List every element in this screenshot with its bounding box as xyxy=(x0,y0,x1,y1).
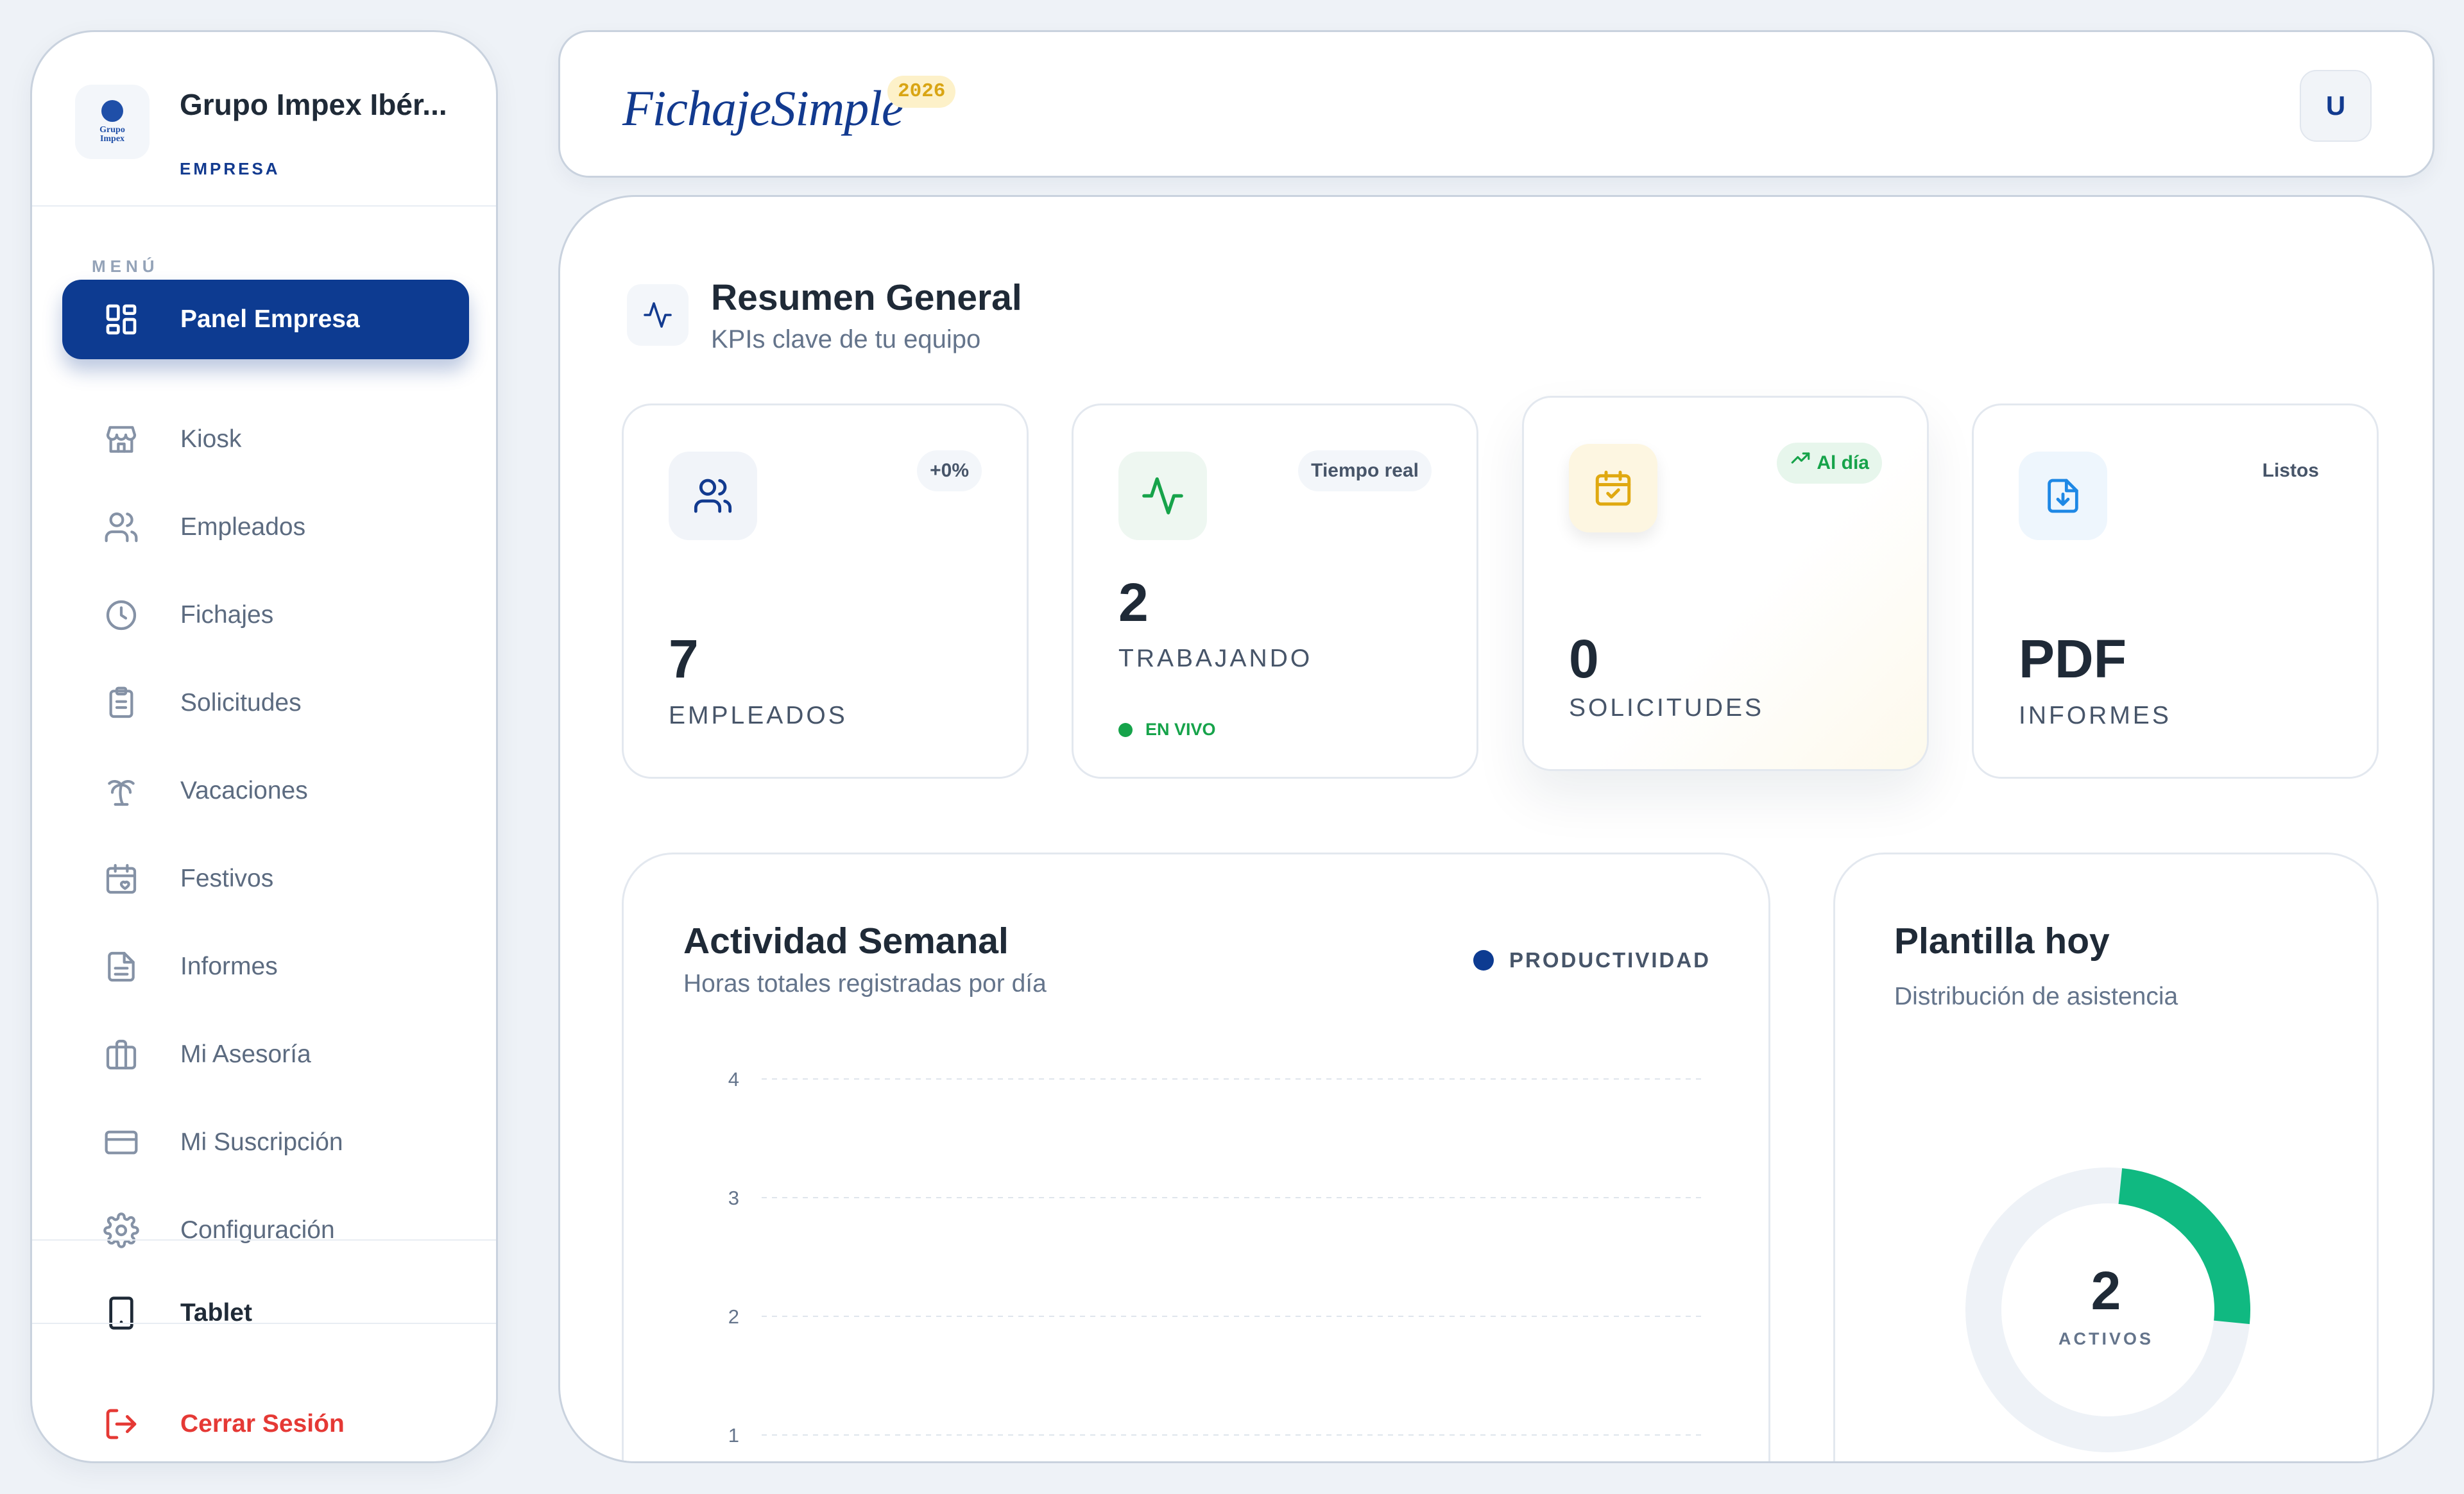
divider xyxy=(32,1323,496,1324)
divider xyxy=(32,1239,496,1241)
kpi-badge: Al día xyxy=(1777,443,1882,484)
users-icon xyxy=(103,509,139,545)
nav-label: Vacaciones xyxy=(180,777,308,804)
kpi-card-informes[interactable]: Listos PDF INFORMES xyxy=(1972,403,2379,779)
kpi-card-trabajando[interactable]: Tiempo real 2 TRABAJANDO EN VIVO xyxy=(1072,403,1478,779)
company-logo-text-1: Grupo xyxy=(99,125,125,135)
kpi-value: 2 xyxy=(1118,572,1149,632)
file-text-icon xyxy=(103,949,139,985)
file-download-icon xyxy=(2019,452,2107,540)
company-role: EMPRESA xyxy=(180,159,280,178)
logout-icon xyxy=(103,1406,139,1442)
attendance-count: 2 xyxy=(2091,1261,2121,1321)
nav-label: Solicitudes xyxy=(180,689,302,717)
calendar-heart-icon xyxy=(103,861,139,897)
app-logo[interactable]: FichajeSimple xyxy=(622,80,904,137)
activity-icon xyxy=(627,284,689,346)
kpi-badge: +0% xyxy=(917,450,982,491)
company-brand[interactable]: Grupo Impex Grupo Impex Ibér... EMPRESA xyxy=(32,32,496,207)
year-badge: 2026 xyxy=(887,76,956,108)
kpi-label: SOLICITUDES xyxy=(1569,694,1765,722)
kpi-value: PDF xyxy=(2019,629,2126,689)
nav-label: Cerrar Sesión xyxy=(180,1410,345,1438)
activity-icon xyxy=(1118,452,1207,540)
logout-button[interactable]: Cerrar Sesión xyxy=(62,1384,469,1461)
kpi-card-solicitudes[interactable]: Al día 0 SOLICITUDES xyxy=(1522,396,1929,771)
nav-tablet[interactable]: Tablet xyxy=(62,1273,469,1353)
store-icon xyxy=(103,421,139,457)
y-tick-label: 4 xyxy=(728,1068,739,1091)
nav-label: Fichajes xyxy=(180,601,274,629)
gear-icon xyxy=(103,1212,139,1248)
trending-up-icon xyxy=(1790,443,1811,484)
y-tick-label: 1 xyxy=(728,1424,739,1447)
nav-informes[interactable]: Informes xyxy=(62,927,469,1006)
nav-solicitudes[interactable]: Solicitudes xyxy=(62,663,469,743)
nav-label: Mi Asesoría xyxy=(180,1040,311,1068)
y-tick-label: 2 xyxy=(728,1305,739,1328)
top-bar: FichajeSimple 2026 U xyxy=(558,30,2434,178)
y-tick-label: 3 xyxy=(728,1187,739,1209)
kpi-badge: Tiempo real xyxy=(1298,450,1432,491)
live-label: EN VIVO xyxy=(1145,720,1216,739)
users-icon xyxy=(669,452,757,540)
attendance-count-label: ACTIVOS xyxy=(2058,1329,2153,1348)
company-logo-mark xyxy=(101,100,123,122)
nav-fichajes[interactable]: Fichajes xyxy=(62,575,469,655)
weekly-bar-chart: 4 3 2 1 xyxy=(728,1068,1702,1447)
menu-heading: MENÚ xyxy=(92,257,159,276)
kpi-value: 7 xyxy=(669,629,699,689)
nav-label: Festivos xyxy=(180,865,274,892)
nav-kiosk[interactable]: Kiosk xyxy=(62,400,469,479)
kpi-value: 0 xyxy=(1569,629,1599,689)
nav-configuracion[interactable]: Configuración xyxy=(62,1191,469,1270)
briefcase-icon xyxy=(103,1037,139,1073)
nav-panel-empresa[interactable]: Panel Empresa xyxy=(62,280,469,359)
palm-tree-icon xyxy=(103,773,139,809)
kpi-card-empleados[interactable]: +0% 7 EMPLEADOS xyxy=(622,403,1029,779)
clipboard-icon xyxy=(103,685,139,721)
user-avatar-button[interactable]: U xyxy=(2300,70,2372,142)
attendance-panel: Plantilla hoy Distribución de asistencia… xyxy=(1833,853,2379,1461)
kpi-label: EMPLEADOS xyxy=(669,702,848,729)
kpi-label: TRABAJANDO xyxy=(1118,645,1313,672)
clock-icon xyxy=(103,597,139,633)
nav-label: Panel Empresa xyxy=(180,305,360,333)
credit-card-icon xyxy=(103,1125,139,1160)
summary-subtitle: KPIs clave de tu equipo xyxy=(711,325,981,353)
nav-mi-suscripcion[interactable]: Mi Suscripción xyxy=(62,1103,469,1182)
weekly-activity-panel: Actividad Semanal Horas totales registra… xyxy=(622,853,1770,1461)
nav-label: Kiosk xyxy=(180,425,242,453)
nav-festivos[interactable]: Festivos xyxy=(62,839,469,919)
main-panel: Resumen General KPIs clave de tu equipo … xyxy=(558,195,2434,1463)
company-logo-text-2: Impex xyxy=(99,134,125,144)
kpi-label: INFORMES xyxy=(2019,702,2171,729)
nav-vacaciones[interactable]: Vacaciones xyxy=(62,751,469,831)
kpi-badge: Listos xyxy=(2262,460,2319,481)
attendance-donut xyxy=(1965,1167,2250,1452)
nav-label: Empleados xyxy=(180,513,306,541)
dashboard-icon xyxy=(103,301,139,337)
company-logo: Grupo Impex xyxy=(75,85,150,159)
calendar-check-icon xyxy=(1569,444,1657,532)
live-indicator: EN VIVO xyxy=(1118,720,1216,740)
live-dot xyxy=(1118,722,1133,737)
nav-mi-asesoria[interactable]: Mi Asesoría xyxy=(62,1015,469,1094)
company-name: Grupo Impex Ibér... xyxy=(180,88,447,121)
tablet-icon xyxy=(103,1295,139,1331)
nav-label: Informes xyxy=(180,953,278,980)
summary-title: Resumen General xyxy=(711,277,1022,318)
nav-empleados[interactable]: Empleados xyxy=(62,488,469,567)
nav-label: Mi Suscripción xyxy=(180,1128,343,1156)
kpi-badge-label: Al día xyxy=(1817,452,1869,473)
sidebar: Grupo Impex Grupo Impex Ibér... EMPRESA … xyxy=(30,30,498,1463)
